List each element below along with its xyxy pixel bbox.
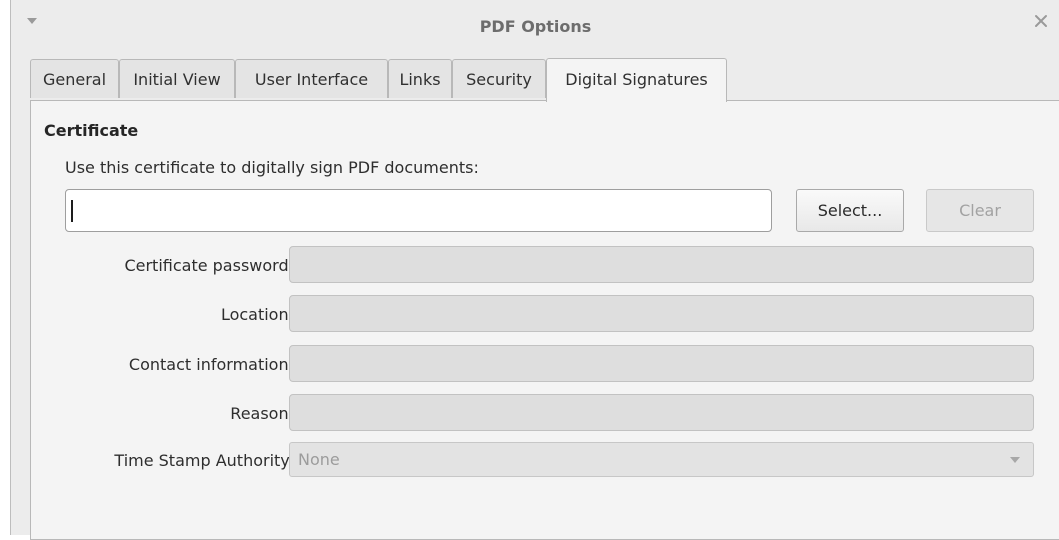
reason-field[interactable]	[289, 394, 1034, 431]
time-stamp-authority-label: Time Stamp Authority:	[114, 451, 294, 470]
chevron-down-icon	[1010, 457, 1020, 463]
contact-information-label: Contact information:	[128, 355, 294, 374]
digital-signatures-panel: Certificate Use this certificate to digi…	[30, 100, 1059, 540]
reason-label: Reason:	[230, 404, 294, 423]
location-label: Location:	[220, 305, 294, 324]
pdf-options-dialog: PDF Options General Initial View User In…	[10, 0, 1059, 540]
tab-security[interactable]: Security	[452, 59, 546, 98]
certificate-instruction: Use this certificate to digitally sign P…	[65, 158, 479, 177]
title-bar: PDF Options	[11, 0, 1059, 54]
certificate-password-field[interactable]	[289, 246, 1034, 283]
tab-links[interactable]: Links	[388, 59, 452, 98]
tab-user-interface[interactable]: User Interface	[235, 59, 388, 98]
contact-information-field[interactable]	[289, 345, 1034, 382]
window-title: PDF Options	[479, 17, 592, 36]
tab-general[interactable]: General	[30, 59, 119, 98]
tab-initial-view[interactable]: Initial View	[119, 59, 235, 98]
time-stamp-authority-value: None	[298, 450, 340, 469]
close-icon[interactable]	[1034, 14, 1048, 28]
select-certificate-button[interactable]: Select...	[796, 189, 904, 232]
certificate-section-title: Certificate	[44, 121, 139, 140]
clear-certificate-button[interactable]: Clear	[926, 189, 1034, 232]
certificate-password-label: Certificate password:	[124, 256, 294, 275]
time-stamp-authority-select[interactable]: None	[289, 442, 1034, 477]
location-field[interactable]	[289, 295, 1034, 332]
tab-digital-signatures[interactable]: Digital Signatures	[546, 58, 727, 102]
text-caret	[71, 200, 73, 222]
certificate-input[interactable]	[65, 189, 772, 232]
